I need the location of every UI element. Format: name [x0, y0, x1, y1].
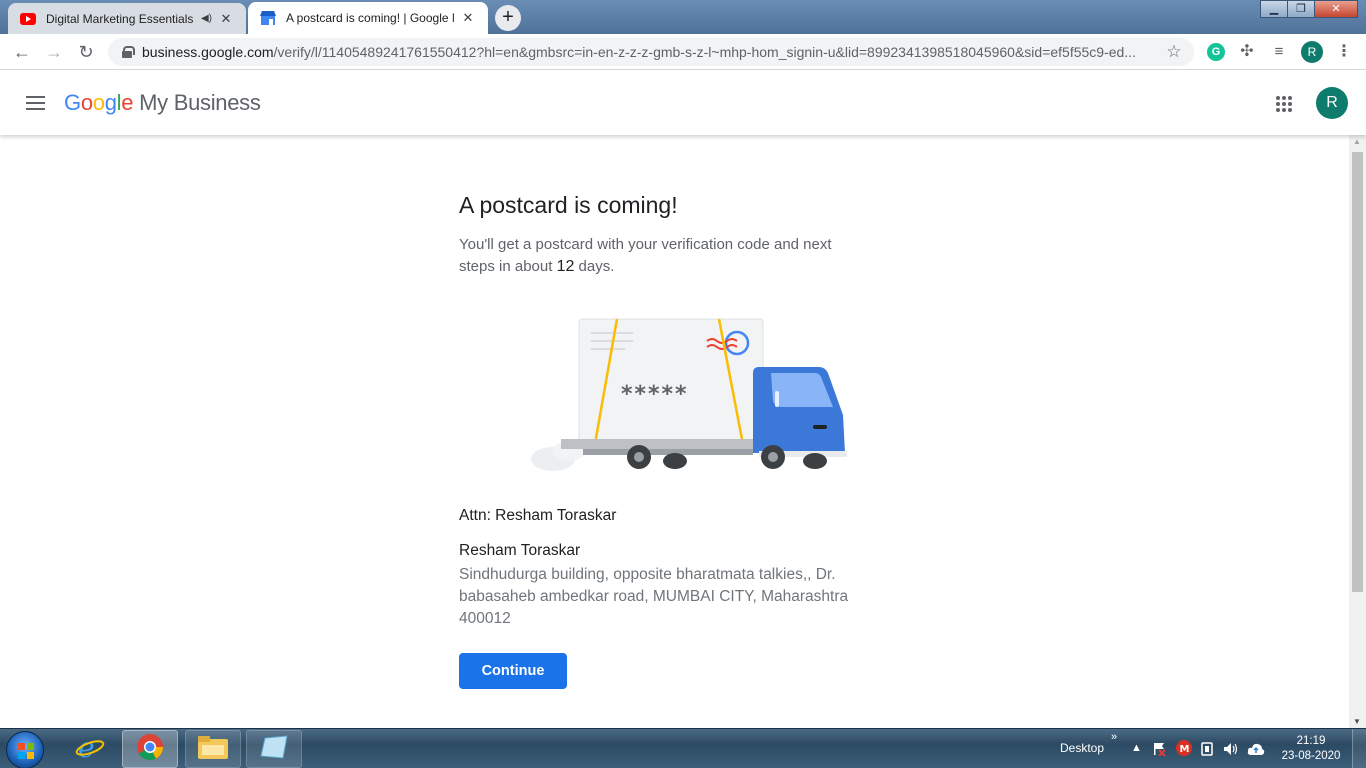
media-control-icon[interactable]: ≡: [1270, 43, 1288, 61]
youtube-icon: [20, 11, 36, 27]
app-window-icon: [259, 734, 289, 765]
reload-icon[interactable]: ↻: [74, 40, 98, 64]
speaker-icon[interactable]: ◀): [201, 13, 212, 24]
scrollbar-thumb[interactable]: [1352, 152, 1363, 592]
start-button[interactable]: [6, 731, 44, 768]
action-center-flag-icon[interactable]: [1152, 742, 1166, 759]
taskbar-chrome[interactable]: [122, 730, 178, 768]
hamburger-menu-icon[interactable]: [26, 96, 45, 110]
volume-icon[interactable]: [1223, 742, 1239, 759]
show-desktop-button[interactable]: [1352, 729, 1366, 768]
svg-text:M: M: [1180, 744, 1190, 755]
days-count: 12: [556, 258, 575, 275]
extensions-puzzle-icon[interactable]: ✣: [1238, 43, 1256, 61]
cloud-upload-icon[interactable]: [1247, 742, 1265, 759]
postcard-truck-illustration: *****: [529, 311, 849, 481]
scroll-up-arrow-icon[interactable]: ▲: [1353, 137, 1361, 146]
attention-line: Attn: Resham Toraskar: [459, 507, 617, 524]
continue-button[interactable]: Continue: [459, 653, 567, 689]
close-tab-icon[interactable]: ✕: [460, 10, 476, 26]
clock-time: 21:19: [1296, 735, 1326, 747]
taskbar-internet-explorer[interactable]: e: [62, 730, 118, 768]
device-tray-icon[interactable]: [1201, 742, 1213, 759]
bookmark-star-icon[interactable]: ☆: [1162, 42, 1186, 62]
tab-postcard-coming[interactable]: A postcard is coming! | Google M ✕: [248, 2, 488, 34]
product-name: My Business: [139, 90, 261, 115]
account-avatar[interactable]: R: [1316, 87, 1348, 119]
windows-taskbar: e Desktop » ▲ M 21:19 23-08-2020: [0, 728, 1366, 768]
scroll-down-arrow-icon[interactable]: ▼: [1353, 717, 1361, 726]
close-tab-icon[interactable]: ✕: [218, 11, 234, 27]
postcard-info-text: You'll get a postcard with your verifica…: [459, 236, 832, 275]
google-apps-grid-icon[interactable]: [1276, 96, 1292, 112]
app-header: Google My Business R: [0, 70, 1366, 135]
postcard-code-text: *****: [621, 382, 689, 407]
recipient-name: Resham Toraskar: [459, 542, 581, 559]
browser-tab-strip: Digital Marketing Essentials | ◀) ✕ A po…: [0, 0, 1366, 34]
gmail-tray-icon[interactable]: M: [1176, 740, 1192, 759]
google-my-business-logo[interactable]: Google My Business: [64, 90, 261, 116]
address-bar[interactable]: business.google.com/verify/l/11405489241…: [108, 38, 1194, 66]
browser-toolbar: ← → ↻ business.google.com/verify/l/11405…: [0, 34, 1366, 70]
tab-digital-marketing[interactable]: Digital Marketing Essentials | ◀) ✕: [8, 3, 246, 34]
clock-date: 23-08-2020: [1281, 750, 1341, 762]
page-title: A postcard is coming!: [459, 192, 678, 218]
page-scrollbar[interactable]: ▲ ▼: [1349, 135, 1366, 728]
chrome-icon: [136, 733, 164, 766]
grammarly-extension-icon[interactable]: G: [1207, 43, 1225, 61]
taskbar-app[interactable]: [246, 730, 302, 768]
profile-avatar[interactable]: R: [1301, 41, 1323, 63]
windows-logo-icon: [18, 743, 34, 759]
recipient-address: Sindhudurga building, opposite bharatmat…: [459, 566, 849, 627]
show-hidden-icons-icon[interactable]: ▲: [1131, 742, 1142, 754]
close-window-button[interactable]: ✕: [1314, 0, 1358, 18]
forward-arrow-icon[interactable]: →: [42, 40, 66, 64]
back-arrow-icon[interactable]: ←: [10, 40, 34, 64]
window-controls: ▁ ❐ ✕: [1260, 0, 1358, 18]
folder-icon: [197, 734, 229, 765]
browser-menu-icon[interactable]: ⋮: [1335, 43, 1353, 61]
system-clock[interactable]: 21:19 23-08-2020: [1280, 734, 1342, 764]
restore-button[interactable]: ❐: [1287, 0, 1315, 18]
url-text[interactable]: business.google.com/verify/l/11405489241…: [142, 44, 1162, 60]
lock-icon: [122, 46, 135, 58]
tab-title: Digital Marketing Essentials |: [46, 11, 197, 26]
toolbar-expand-chevron-icon[interactable]: »: [1111, 731, 1117, 743]
taskbar-file-explorer[interactable]: [185, 730, 241, 768]
new-tab-button[interactable]: +: [495, 5, 521, 31]
google-my-business-icon: [260, 10, 276, 26]
tab-title: A postcard is coming! | Google M: [286, 11, 454, 25]
desktop-toolbar-label[interactable]: Desktop: [1060, 741, 1104, 755]
internet-explorer-icon: e: [75, 731, 105, 767]
minimize-button[interactable]: ▁: [1260, 0, 1288, 18]
